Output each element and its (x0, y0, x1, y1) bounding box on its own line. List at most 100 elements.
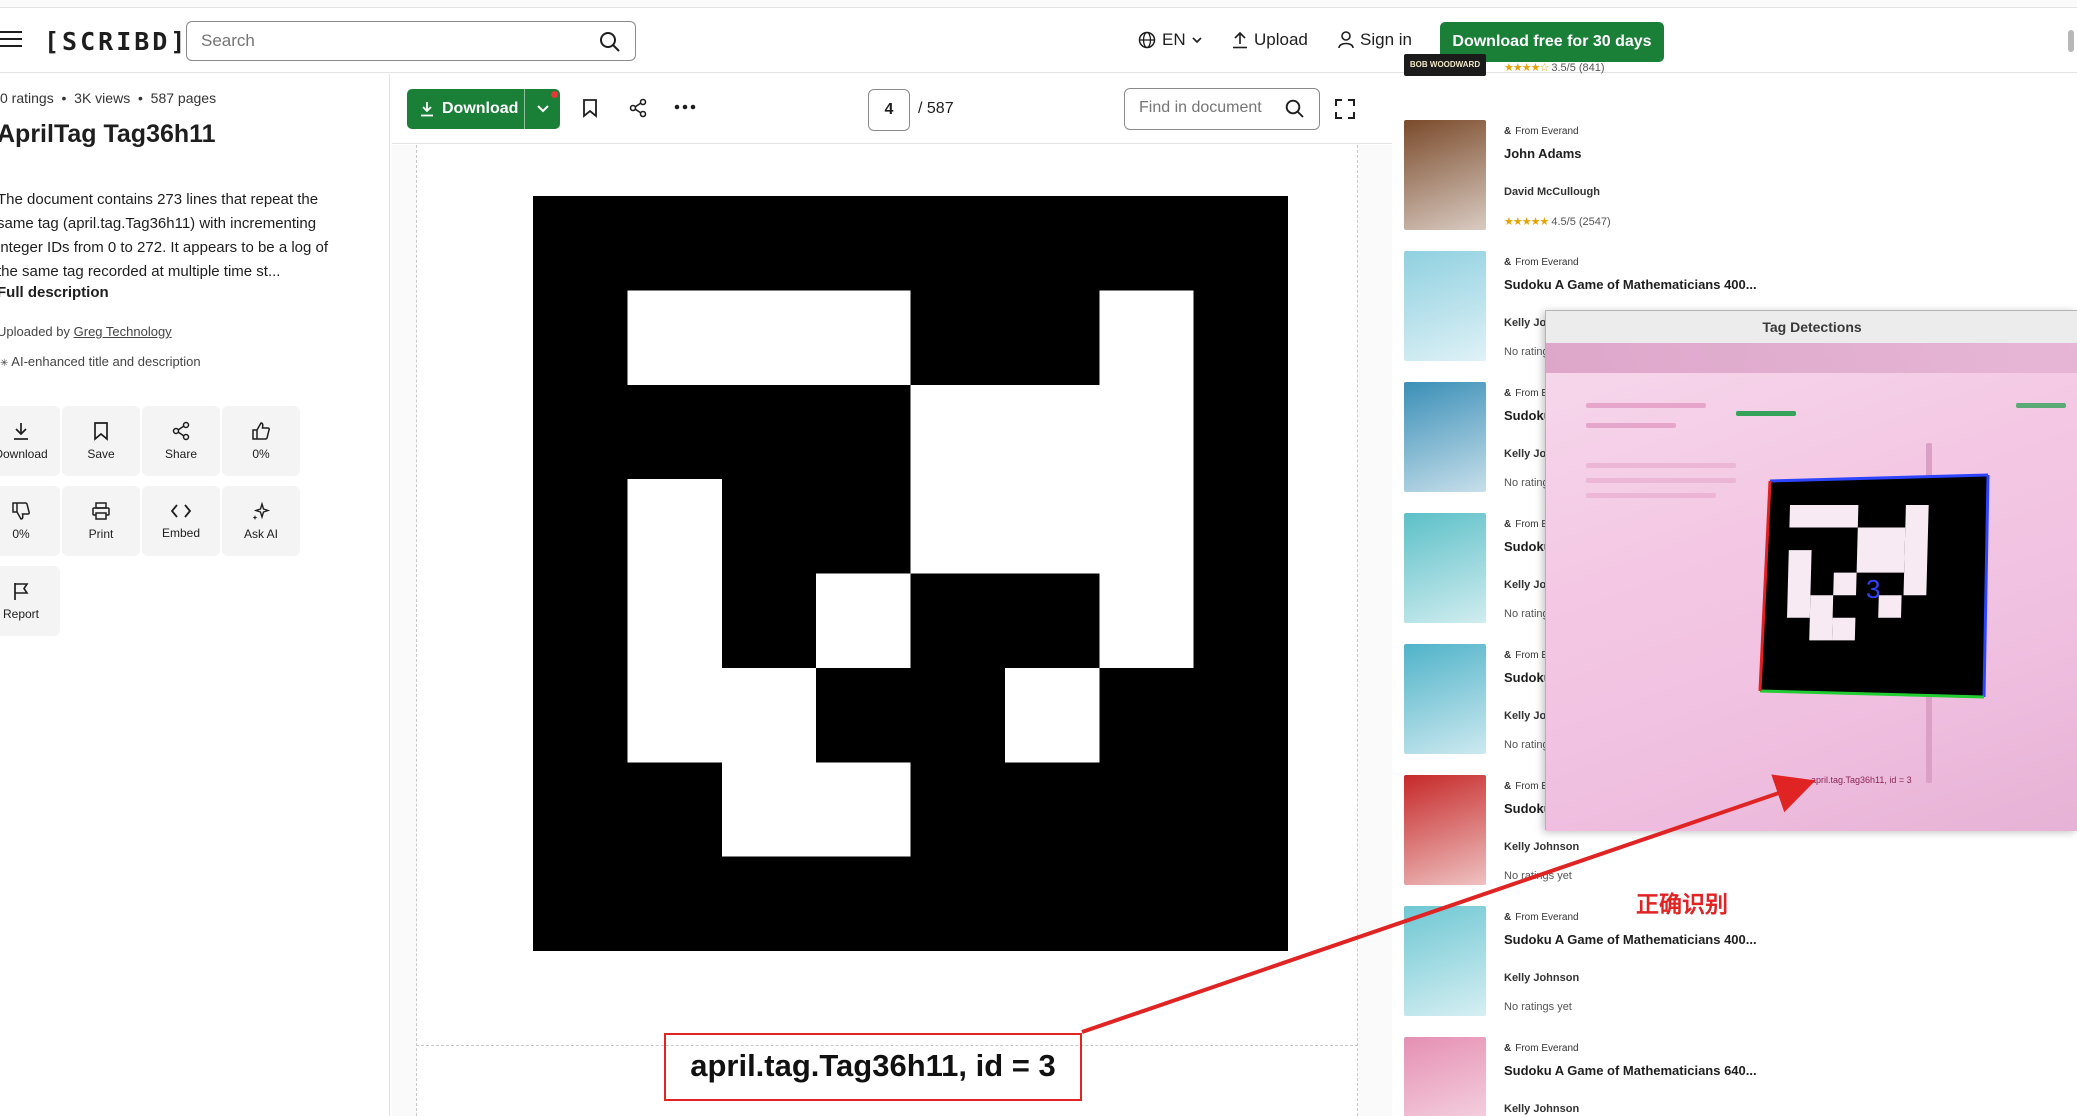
like-action[interactable]: 0% (222, 406, 300, 476)
book-cover (1404, 906, 1486, 1016)
viewer-download-button[interactable]: Download (407, 89, 560, 129)
dislike-action[interactable]: 0% (0, 486, 60, 556)
share-icon (172, 421, 190, 441)
document-viewer[interactable] (392, 145, 1392, 1116)
camera-feed: 3 april.tag.Tag36h11, id = 3 (1546, 343, 2077, 831)
embed-action[interactable]: Embed (142, 486, 220, 556)
detected-id-label: 3 (1866, 574, 1880, 604)
signin-button[interactable]: Sign in (1338, 30, 1412, 50)
book-cover (1404, 382, 1486, 492)
action-label: Ask AI (243, 527, 278, 541)
fullscreen-icon[interactable] (1334, 98, 1356, 120)
book-cover: BOB WOODWARD (1404, 54, 1486, 76)
ai-note-text: AI-enhanced title and description (11, 354, 201, 369)
page-scrollbar[interactable] (2068, 30, 2074, 52)
sparkle-icon: ✳ (0, 358, 9, 369)
star-rating-icon: ★★★★☆ (1504, 62, 1549, 74)
action-label: 0% (12, 527, 30, 541)
language-selector[interactable]: EN (1138, 30, 1202, 50)
download-main[interactable]: Download (407, 89, 525, 129)
from-label: From Everand (1515, 126, 1579, 137)
window-title: Tag Detections (1762, 319, 1862, 335)
search-icon[interactable] (599, 31, 621, 53)
uploader-link[interactable]: Greg Technology (74, 324, 172, 339)
share-icon[interactable] (628, 98, 648, 118)
ratings-count: 0 ratings (0, 90, 54, 106)
embed-icon (170, 504, 192, 518)
document-meta: 0 ratings • 3K views • 587 pages (0, 90, 217, 106)
everand-icon: & (1504, 912, 1512, 923)
views-count: 3K views (74, 90, 131, 106)
chevron-down-icon (1192, 37, 1202, 44)
everand-icon: & (1504, 519, 1512, 530)
document-title: AprilTag Tag36h11 (0, 120, 216, 148)
book-rating: No ratings yet (1504, 870, 1572, 882)
book-card[interactable]: &From Everand Sudoku A Game of Mathematic… (1404, 906, 1884, 1026)
bookmark-icon (94, 422, 108, 441)
search-input[interactable] (201, 30, 581, 52)
book-title[interactable]: Sudoku A Game of Mathematicians 400... (1504, 930, 1804, 950)
viewer-toolbar: Download 4 / 587 (392, 74, 1392, 144)
download-action[interactable]: Download (0, 406, 60, 476)
signin-label: Sign in (1360, 30, 1412, 49)
highlighted-caption-box: april.tag.Tag36h11, id = 3 (664, 1033, 1082, 1101)
camera-download-button (1736, 411, 1796, 416)
page-total: / 587 (918, 100, 954, 117)
book-card[interactable]: & From Everand John Adams David McCullough ★… (1404, 120, 1884, 240)
book-title[interactable]: Sudoku A Game of Mathematicians 400... (1504, 275, 1804, 295)
uploaded-prefix: Uploaded by (0, 324, 70, 339)
more-options-icon[interactable] (674, 104, 696, 110)
book-author: David McCullough (1504, 186, 1600, 198)
book-rating: ★★★★☆ 3.5/5 (841) (1504, 62, 1605, 74)
document-page (416, 145, 1358, 1116)
book-cover (1404, 120, 1486, 230)
upload-icon (1233, 31, 1247, 49)
download-icon (421, 102, 433, 117)
detected-tag: 3 (1758, 473, 1990, 699)
camera-ui-line (1586, 423, 1676, 428)
book-card[interactable]: &From Everand Sudoku A Game of Mathematic… (1404, 1037, 1884, 1116)
book-author: Kelly Johnson (1504, 841, 1580, 853)
book-title[interactable]: John Adams (1504, 144, 1804, 164)
everand-icon: & (1504, 257, 1512, 268)
scribd-logo[interactable]: [SCRIBD] (44, 27, 188, 56)
camera-cta (2016, 403, 2066, 408)
action-label: Download (0, 447, 48, 461)
report-action[interactable]: Report (0, 566, 60, 636)
find-in-document-box[interactable] (1124, 88, 1320, 130)
search-icon[interactable] (1285, 99, 1305, 119)
find-in-document-input[interactable] (1139, 99, 1279, 117)
everand-icon: & (1504, 126, 1512, 137)
book-title[interactable]: Sudoku A Game of Mathematicians 640... (1504, 1061, 1804, 1081)
action-label: Embed (161, 526, 201, 540)
search-box[interactable] (186, 21, 636, 61)
share-action[interactable]: Share (142, 406, 220, 476)
from-everand: &From Everand (1504, 912, 1579, 923)
upload-button[interactable]: Upload (1232, 30, 1308, 50)
camera-caption: april.tag.Tag36h11, id = 3 (1811, 775, 1912, 785)
page-number-input[interactable]: 4 (868, 89, 910, 131)
rating-text: No ratings yet (1504, 870, 1572, 882)
menu-icon[interactable] (0, 31, 22, 47)
rating-text: No ratings yet (1504, 1001, 1572, 1013)
flag-icon (14, 583, 29, 600)
action-label: Share (164, 447, 198, 461)
action-label: Save (87, 447, 115, 461)
ai-note: ✳ AI-enhanced title and description (0, 354, 201, 369)
ask-ai-action[interactable]: Ask AI (222, 486, 300, 556)
bookmark-icon[interactable] (582, 98, 598, 118)
book-cover (1404, 775, 1486, 885)
download-options-dropdown[interactable] (525, 89, 560, 129)
print-action[interactable]: Print (62, 486, 140, 556)
chevron-down-icon (536, 105, 549, 113)
from-label: From Everand (1515, 1043, 1579, 1054)
from-everand: &From Everand (1504, 126, 1579, 137)
book-card-partial[interactable]: BOB WOODWARD ★★★★☆ 3.5/5 (841) (1404, 54, 1884, 94)
tag-detections-window[interactable]: Tag Detections 3 april.tag.Tag36h11, id … (1545, 310, 2077, 831)
camera-ui-line (1586, 463, 1736, 468)
full-description-link[interactable]: Full description (0, 284, 109, 301)
save-action[interactable]: Save (62, 406, 140, 476)
star-rating-icon: ★★★★★ (1504, 216, 1549, 228)
from-label: From Everand (1515, 257, 1579, 268)
camera-ui-line (1586, 493, 1716, 498)
